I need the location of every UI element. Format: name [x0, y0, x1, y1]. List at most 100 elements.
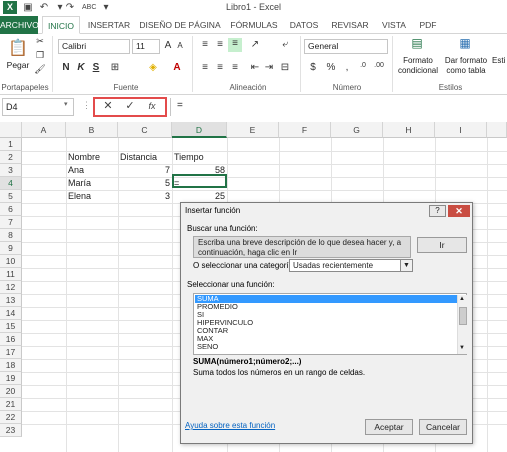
column-header[interactable]: F: [279, 122, 331, 138]
row-header[interactable]: 6: [0, 203, 22, 216]
font-size-select[interactable]: 11: [132, 39, 160, 54]
row-header[interactable]: 7: [0, 216, 22, 229]
borders-icon[interactable]: ⊞: [108, 62, 122, 73]
align-left-icon[interactable]: ≡: [198, 62, 212, 73]
tab-insertar[interactable]: INSERTAR: [84, 16, 134, 34]
close-button[interactable]: ✕: [448, 205, 470, 217]
tab-formulas[interactable]: FÓRMULAS: [226, 16, 282, 34]
grow-font-icon[interactable]: A: [162, 40, 174, 51]
align-bottom-icon[interactable]: ≡: [228, 38, 242, 52]
tab-datos[interactable]: DATOS: [286, 16, 322, 34]
cell-distancia[interactable]: 5: [118, 177, 172, 190]
cut-icon[interactable]: ✂: [34, 36, 46, 48]
dialog-titlebar[interactable]: Insertar función ? ✕: [181, 203, 472, 219]
number-format-select[interactable]: General: [304, 39, 388, 54]
row-header[interactable]: 2: [0, 151, 22, 164]
column-header[interactable]: I: [435, 122, 487, 138]
conditional-format-icon[interactable]: ▤: [408, 36, 426, 52]
ok-button[interactable]: Aceptar: [365, 419, 413, 435]
row-header[interactable]: 11: [0, 268, 22, 281]
column-header[interactable]: C: [118, 122, 172, 138]
paste-button[interactable]: Pegar: [4, 60, 32, 70]
column-header[interactable]: G: [331, 122, 383, 138]
help-link[interactable]: Ayuda sobre esta función: [185, 421, 275, 430]
cancel-button[interactable]: Cancelar: [419, 419, 467, 435]
scroll-up-icon[interactable]: ▲: [459, 296, 465, 302]
formula-input[interactable]: =: [170, 98, 505, 116]
column-header-selected[interactable]: D: [172, 122, 227, 138]
row-header[interactable]: 17: [0, 346, 22, 359]
search-function-input[interactable]: Escriba una breve descripción de lo que …: [193, 236, 411, 258]
drag-handle-icon[interactable]: ⋮: [82, 100, 91, 111]
row-header[interactable]: 20: [0, 385, 22, 398]
cell-distancia[interactable]: 3: [118, 190, 172, 203]
wrap-text-icon[interactable]: ⤶: [278, 39, 292, 50]
tab-pdf[interactable]: PDF: [416, 16, 440, 34]
cell-header-tiempo[interactable]: Tiempo: [172, 151, 227, 164]
row-header[interactable]: 19: [0, 372, 22, 385]
format-painter-icon[interactable]: 🖌: [34, 64, 46, 76]
scroll-down-icon[interactable]: ▼: [459, 345, 465, 351]
cell-nombre[interactable]: Elena: [66, 190, 118, 203]
tab-vista[interactable]: VISTA: [378, 16, 410, 34]
list-item[interactable]: HIPERVINCULO: [195, 319, 457, 327]
row-header[interactable]: 14: [0, 307, 22, 320]
align-top-icon[interactable]: ≡: [198, 39, 212, 50]
percent-icon[interactable]: %: [324, 62, 338, 73]
row-header[interactable]: 9: [0, 242, 22, 255]
cell-header-distancia[interactable]: Distancia: [118, 151, 172, 164]
list-item[interactable]: MAX: [195, 335, 457, 343]
column-header[interactable]: H: [383, 122, 435, 138]
row-header[interactable]: 3: [0, 164, 22, 177]
category-select[interactable]: Usadas recientemente: [289, 259, 413, 272]
decrease-decimal-icon[interactable]: .00: [372, 62, 386, 69]
row-header[interactable]: 12: [0, 281, 22, 294]
row-header[interactable]: 5: [0, 190, 22, 203]
list-item[interactable]: SENO: [195, 343, 457, 351]
row-header[interactable]: 1: [0, 138, 22, 151]
column-header[interactable]: B: [66, 122, 118, 138]
copy-icon[interactable]: ❐: [34, 50, 46, 62]
format-table-icon[interactable]: ▦: [456, 36, 474, 52]
tab-diseno-pagina[interactable]: DISEÑO DE PÁGINA: [138, 16, 222, 34]
cell-header-nombre[interactable]: Nombre: [66, 151, 118, 164]
row-header[interactable]: 13: [0, 294, 22, 307]
list-item[interactable]: PROMEDIO: [195, 303, 457, 311]
currency-icon[interactable]: $: [306, 62, 320, 73]
decrease-indent-icon[interactable]: ⇤: [248, 62, 262, 73]
format-table-button[interactable]: Dar formato como tabla: [444, 56, 488, 76]
tab-inicio[interactable]: INICIO: [42, 16, 80, 34]
align-center-icon[interactable]: ≡: [213, 62, 227, 73]
paste-icon[interactable]: 📋: [6, 38, 30, 60]
row-header[interactable]: 15: [0, 320, 22, 333]
row-header[interactable]: 21: [0, 398, 22, 411]
merge-center-icon[interactable]: ⊟: [278, 62, 292, 73]
function-list[interactable]: SUMA PROMEDIO SI HIPERVINCULO CONTAR MAX…: [193, 293, 467, 355]
name-box-dropdown-icon[interactable]: ▾: [64, 100, 68, 108]
scrollbar-thumb[interactable]: [459, 307, 467, 325]
conditional-format-button[interactable]: Formato condicional: [396, 56, 440, 76]
align-right-icon[interactable]: ≡: [228, 62, 242, 73]
list-scrollbar[interactable]: ▲ ▼: [457, 295, 467, 354]
column-header[interactable]: A: [22, 122, 66, 138]
chevron-down-icon[interactable]: ▼: [400, 259, 413, 272]
bold-button[interactable]: N: [60, 62, 72, 73]
cell-distancia[interactable]: 7: [118, 164, 172, 177]
fill-color-icon[interactable]: ◈: [146, 62, 160, 73]
go-button[interactable]: Ir: [417, 237, 467, 253]
cell-nombre[interactable]: María: [66, 177, 118, 190]
row-header[interactable]: 10: [0, 255, 22, 268]
row-header-selected[interactable]: 4: [0, 177, 22, 190]
column-header[interactable]: [487, 122, 507, 138]
list-item[interactable]: CONTAR: [195, 327, 457, 335]
underline-button[interactable]: S: [90, 62, 102, 73]
help-button[interactable]: ?: [429, 205, 446, 217]
orientation-icon[interactable]: ↗: [248, 39, 262, 50]
row-header[interactable]: 22: [0, 411, 22, 424]
row-header[interactable]: 18: [0, 359, 22, 372]
column-header[interactable]: E: [227, 122, 279, 138]
cell-nombre[interactable]: Ana: [66, 164, 118, 177]
row-header[interactable]: 23: [0, 424, 22, 437]
row-header[interactable]: 8: [0, 229, 22, 242]
italic-button[interactable]: K: [75, 62, 87, 73]
